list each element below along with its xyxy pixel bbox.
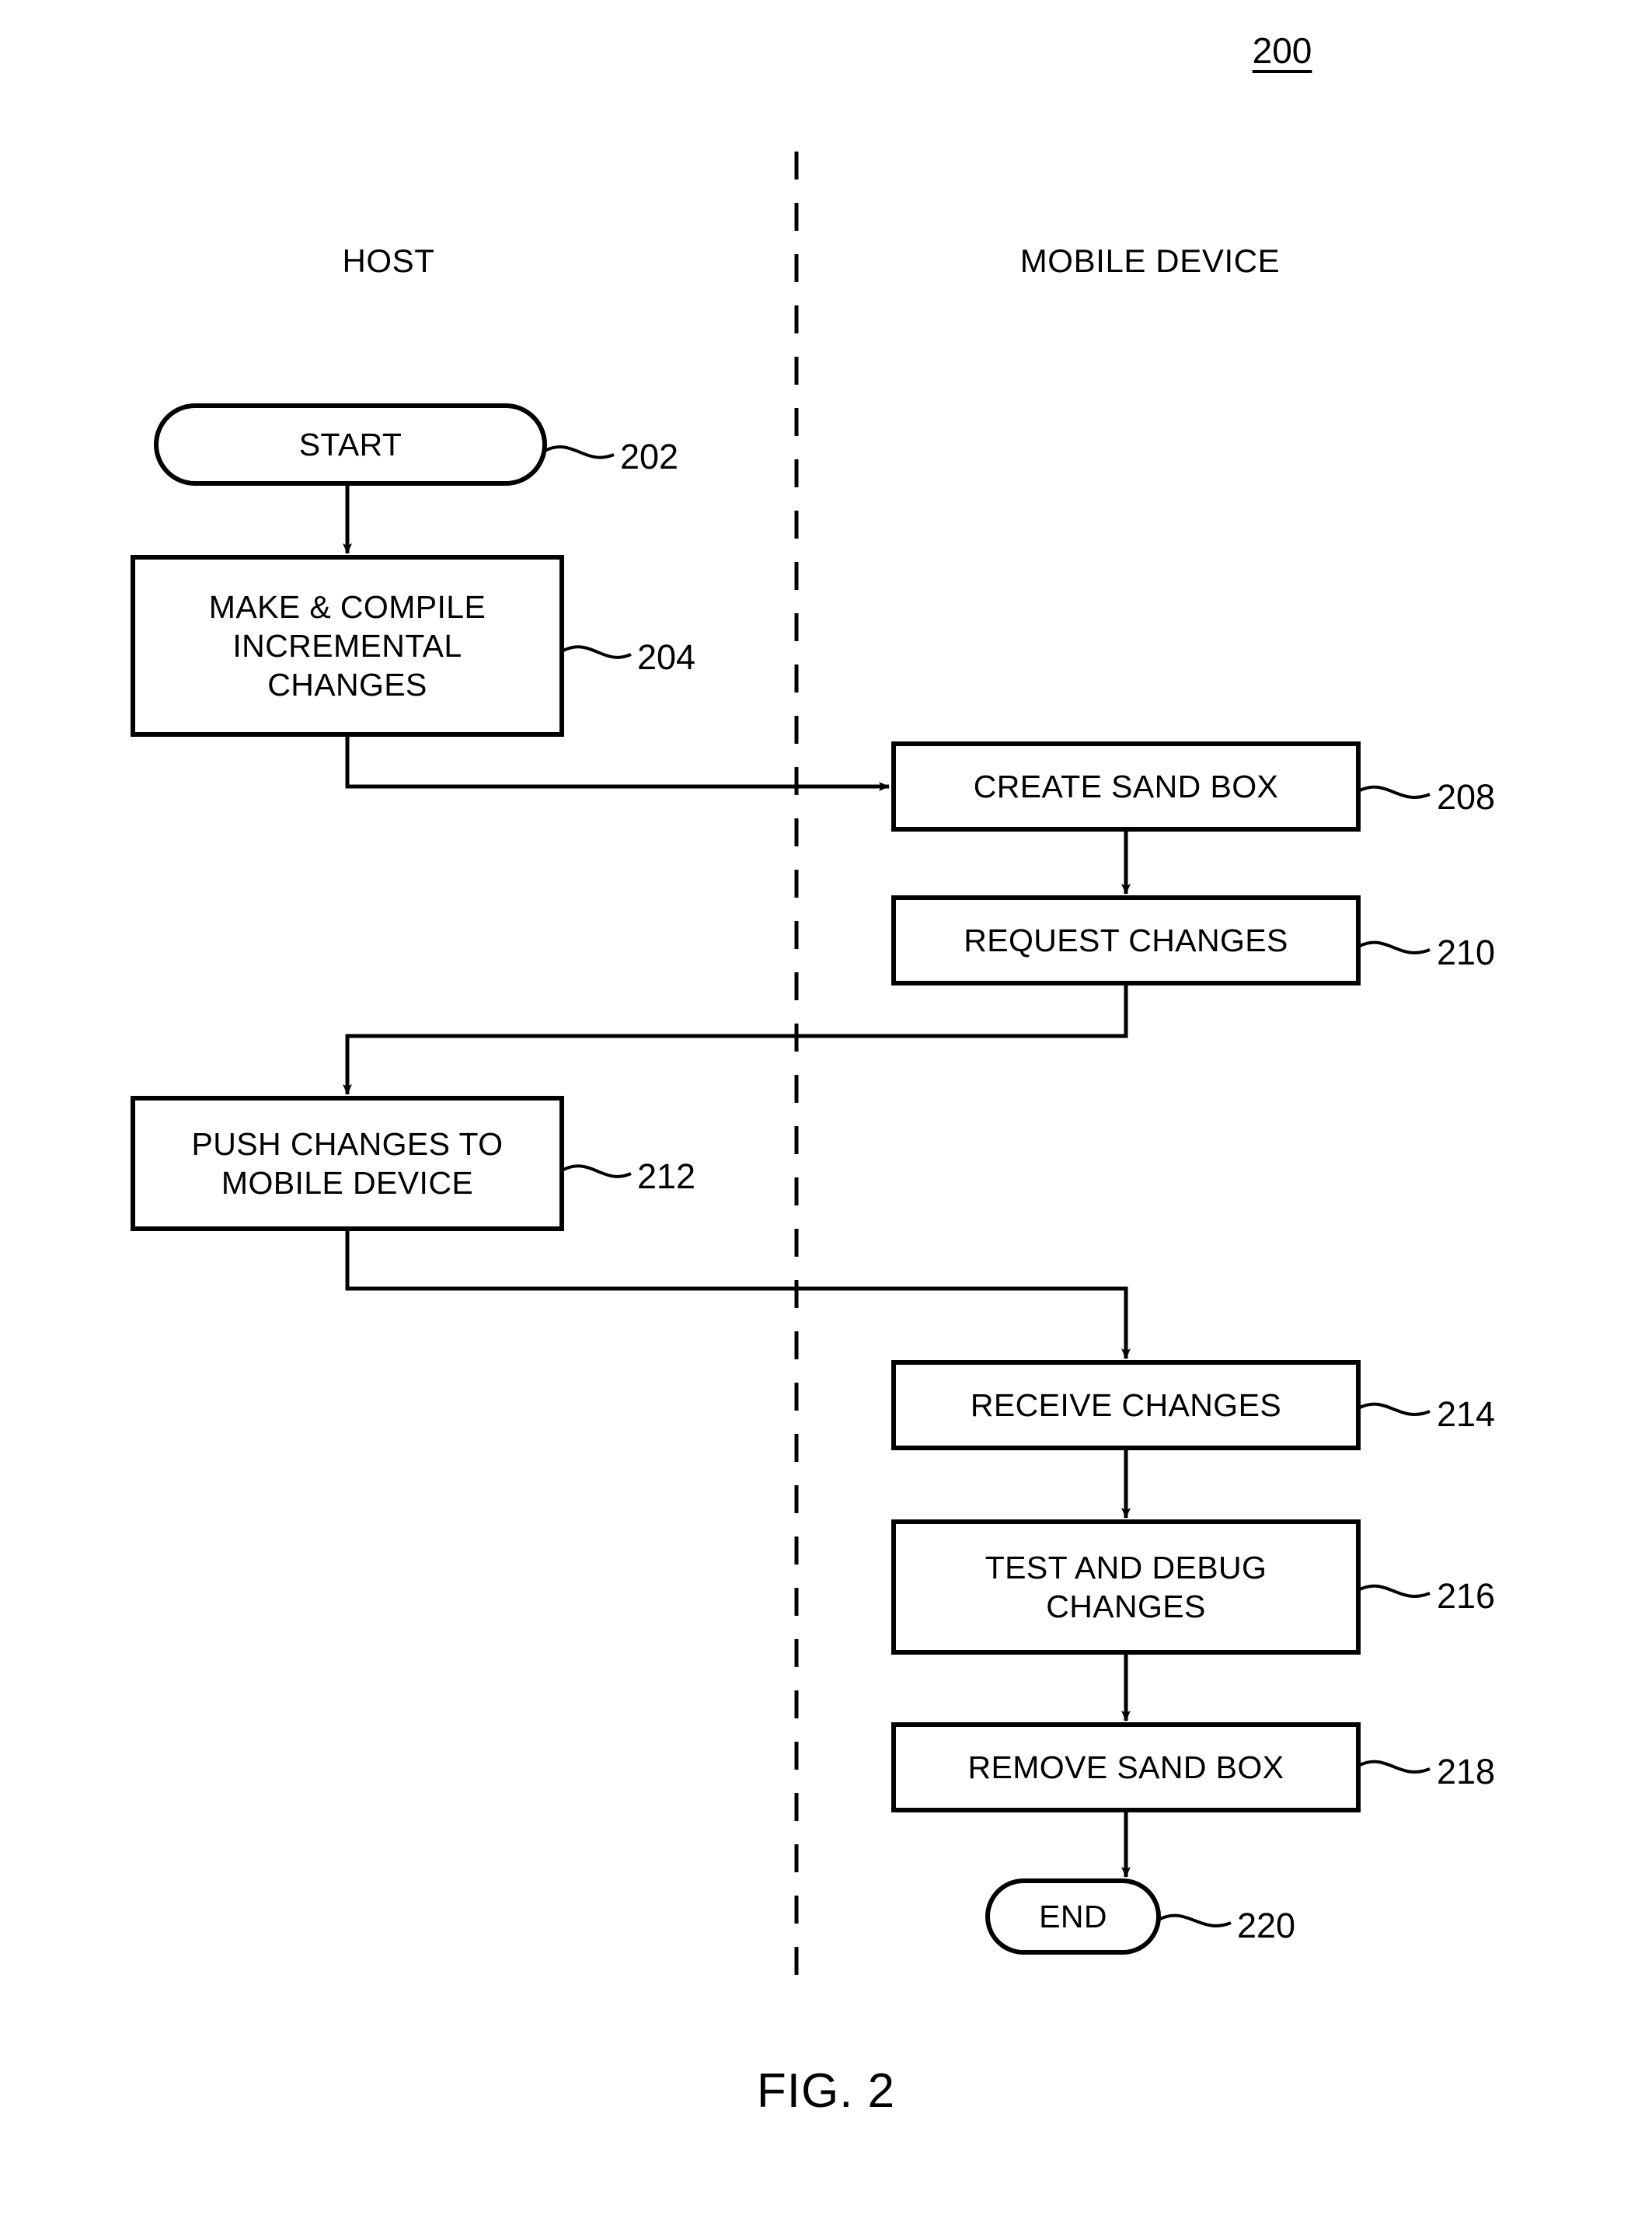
figure-canvas: 200 HOST MOBILE DEVICE START MAKE & COMP…	[0, 0, 1652, 2222]
leader-line-212	[561, 1164, 632, 1178]
ref-numeral-216: 216	[1437, 1576, 1496, 1616]
ref-numeral-212: 212	[637, 1156, 696, 1196]
leader-line-220	[1158, 1913, 1232, 1927]
leader-line-210	[1357, 940, 1431, 954]
node-start-label: START	[298, 426, 403, 462]
leader-line-208	[1357, 785, 1431, 799]
ref-numeral-218: 218	[1437, 1752, 1496, 1791]
ref-numeral-208: 208	[1437, 777, 1496, 817]
figure-caption: FIG. 2	[756, 2064, 896, 2118]
node-receive-changes-label: RECEIVE CHANGES	[970, 1387, 1282, 1423]
leader-line-218	[1357, 1760, 1431, 1774]
edge-push-to-receive	[345, 1229, 1131, 1359]
ref-numeral-214: 214	[1437, 1394, 1496, 1434]
lane-title-host: HOST	[342, 242, 435, 279]
node-make-compile-label: MAKE & COMPILE INCREMENTAL CHANGES	[208, 588, 486, 703]
ref-numeral-204: 204	[637, 637, 696, 677]
edge-request-to-push	[343, 983, 1128, 1095]
node-push-changes-label: PUSH CHANGES TO MOBILE DEVICE	[191, 1125, 504, 1201]
leader-line-214	[1357, 1402, 1431, 1416]
ref-numeral-202: 202	[620, 437, 679, 476]
leader-line-216	[1357, 1584, 1431, 1598]
edge-make-to-sandbox	[345, 734, 890, 791]
ref-numeral-210: 210	[1437, 933, 1496, 972]
node-test-debug-label: TEST AND DEBUG CHANGES	[985, 1549, 1267, 1624]
node-request-changes-label: REQUEST CHANGES	[964, 922, 1288, 958]
leader-line-204	[561, 645, 632, 659]
figure-number: 200	[1252, 30, 1312, 71]
leader-line-202	[544, 445, 615, 459]
node-end-label: END	[1039, 1898, 1107, 1934]
ref-numeral-220: 220	[1237, 1906, 1296, 1945]
node-remove-sand-box-label: REMOVE SAND BOX	[967, 1749, 1284, 1785]
node-create-sand-box-label: CREATE SAND BOX	[973, 768, 1279, 804]
lane-title-mobile-device: MOBILE DEVICE	[1019, 242, 1281, 279]
